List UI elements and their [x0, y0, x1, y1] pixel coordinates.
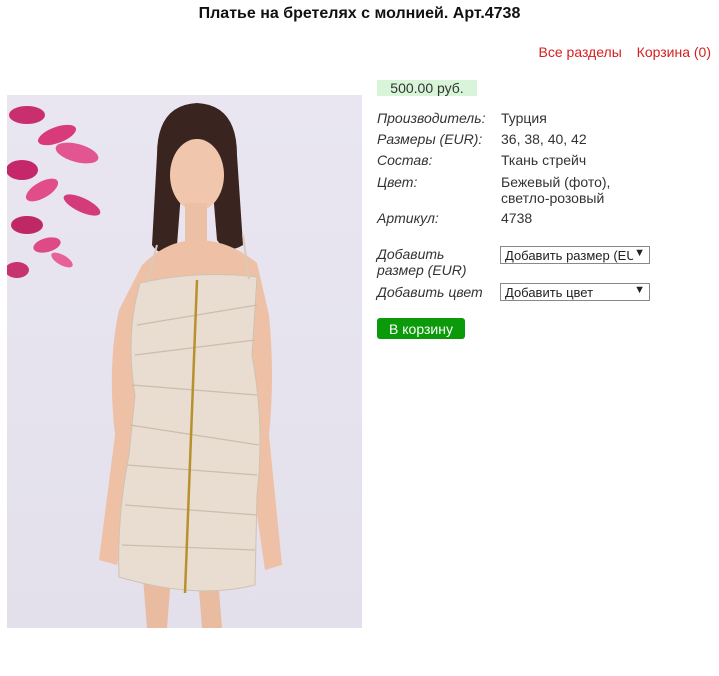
prop-label: Размеры (EUR):: [377, 131, 483, 147]
page-title: Платье на бретелях с молнией. Арт.4738: [198, 5, 521, 22]
prop-label: Производитель:: [377, 110, 486, 126]
size-select-value: Добавить размер (EUR): [505, 248, 633, 263]
dropdown-arrow-icon: ▼: [634, 247, 645, 259]
cart-link[interactable]: Корзина (0): [637, 44, 711, 60]
all-sections-link[interactable]: Все разделы: [539, 44, 622, 60]
dropdown-arrow-icon: ▼: [634, 284, 645, 296]
product-photo[interactable]: [7, 95, 362, 628]
prop-value-line1: Бежевый (фото),: [501, 174, 611, 190]
flower-decoration: [7, 106, 101, 278]
prop-label: Цвет:: [377, 174, 418, 190]
price-badge: 500.00 руб.: [377, 80, 477, 96]
prop-value-line2: светло-розовый: [501, 190, 605, 206]
top-nav: Все разделы Корзина (0): [528, 44, 711, 60]
add-size-label-line1: Добавить: [377, 246, 445, 262]
size-select[interactable]: Добавить размер (EUR) ▼: [500, 246, 650, 264]
color-select[interactable]: Добавить цвет ▼: [500, 283, 650, 301]
product-photo-illustration: [7, 103, 282, 628]
prop-value: Ткань стрейч: [501, 152, 587, 168]
prop-value: Турция: [501, 110, 547, 126]
add-size-label-line2: размер (EUR): [377, 262, 467, 278]
add-size-label: Добавить размер (EUR): [377, 246, 467, 278]
color-select-value: Добавить цвет: [505, 285, 594, 300]
prop-value: 4738: [501, 210, 533, 226]
prop-value: 36, 38, 40, 42: [501, 131, 587, 147]
prop-label: Состав:: [377, 152, 433, 168]
add-color-label: Добавить цвет: [377, 284, 483, 300]
prop-label: Артикул:: [377, 210, 439, 226]
add-to-cart-button[interactable]: В корзину: [377, 318, 465, 339]
